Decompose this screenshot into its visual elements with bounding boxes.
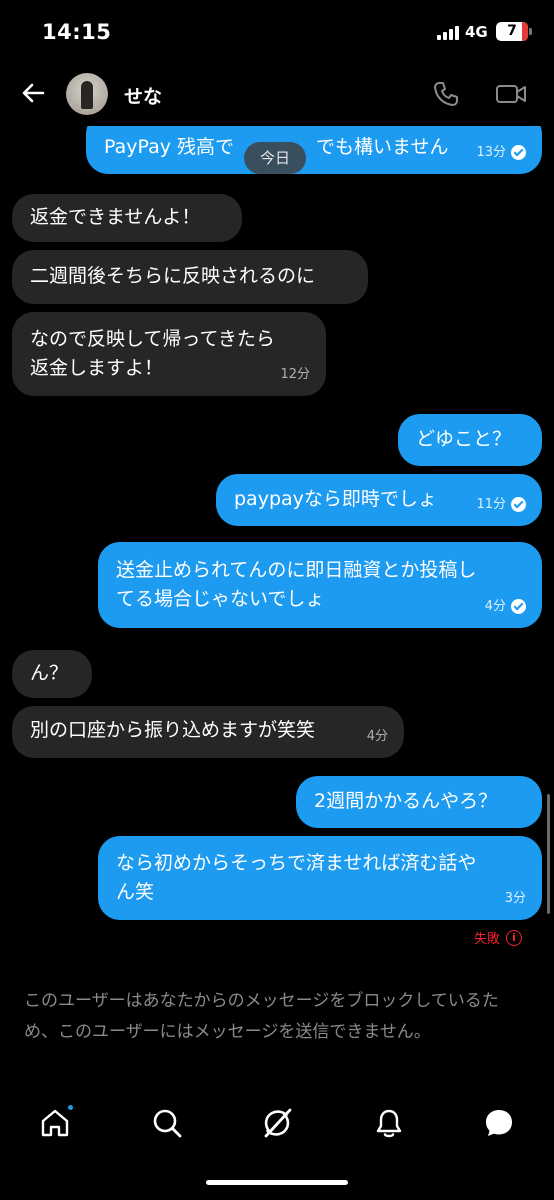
message-text: PayPay 残高で でも構いません (104, 136, 449, 158)
notifications-icon[interactable] (372, 1106, 406, 1140)
scrollbar[interactable] (547, 794, 550, 914)
conversation-header: せな (0, 64, 554, 126)
message-text: 返金しますよ！ (30, 357, 164, 379)
message-time: 4分 (484, 599, 506, 614)
message-bubble-outgoing[interactable]: 2週間かかるんやろ？ (296, 776, 542, 828)
notification-dot (66, 1103, 75, 1112)
message-bubble-outgoing[interactable]: 送金止められてんのに即日融資とか投稿し てる場合じゃないでしょ 4分 (98, 542, 542, 628)
message-time: 12分 (280, 367, 310, 382)
bottom-navigation (0, 1090, 554, 1160)
status-bar: 14:15 4G 7 (0, 0, 554, 64)
message-text: ん笑 (116, 881, 155, 903)
message-time: 11分 (476, 497, 506, 512)
message-bubble-incoming[interactable]: 二週間後そちらに反映されるのに (12, 250, 368, 304)
back-arrow-icon[interactable] (18, 78, 48, 108)
message-time: 4分 (366, 729, 388, 744)
date-separator: 今日 (244, 142, 307, 174)
message-text: てる場合じゃないでしょ (116, 588, 325, 610)
phone-icon[interactable] (432, 80, 460, 108)
message-bubble-incoming[interactable]: 返金できませんよ！ (12, 194, 242, 242)
sent-check-icon (511, 599, 526, 614)
message-bubble-outgoing[interactable]: PayPay 残高で でも構いません 13分 (86, 126, 542, 174)
message-bubble-outgoing[interactable]: なら初めからそっちで済ませれば済む話や ん笑 3分 (98, 836, 542, 920)
home-icon[interactable] (38, 1103, 75, 1140)
send-failed-status[interactable]: 失敗 i (474, 928, 523, 947)
message-text: 2週間かかるんやろ？ (314, 790, 498, 812)
message-bubble-incoming[interactable]: ん？ (12, 650, 92, 698)
failed-label: 失敗 (474, 932, 501, 947)
sent-check-icon (511, 497, 526, 512)
signal-icon (437, 26, 461, 40)
video-call-icon[interactable] (494, 80, 528, 108)
message-bubble-outgoing[interactable]: paypayなら即時でしょ 11分 (216, 474, 542, 526)
message-list[interactable]: PayPay 残高で でも構いません 13分 今日 返金できませんよ！ 二週間後… (0, 126, 554, 974)
status-time: 14:15 (42, 20, 112, 44)
message-text: 別の口座から振り込めますが笑笑 (30, 719, 316, 741)
avatar[interactable] (66, 73, 108, 115)
message-text: 送金止められてんのに即日融資とか投稿し (116, 559, 477, 581)
message-text: 二週間後そちらに反映されるのに (30, 265, 316, 287)
message-time: 13分 (476, 145, 506, 160)
network-type: 4G (465, 23, 488, 41)
battery-level: 7 (507, 23, 517, 39)
grok-icon[interactable] (260, 1106, 294, 1140)
battery-icon: 7 (496, 22, 528, 41)
messages-icon[interactable] (482, 1106, 516, 1140)
message-text: なので反映して帰ってきたら (30, 328, 275, 350)
message-time: 3分 (504, 891, 526, 906)
error-icon: i (506, 929, 523, 946)
home-indicator (206, 1180, 348, 1185)
sent-check-icon (511, 145, 526, 160)
message-text: なら初めからそっちで済ませれば済む話や (116, 852, 477, 874)
message-text: ん？ (30, 662, 69, 684)
contact-name[interactable]: せな (124, 82, 162, 109)
message-text: どゆこと？ (416, 428, 512, 450)
message-bubble-incoming[interactable]: 別の口座から振り込めますが笑笑 4分 (12, 706, 404, 758)
message-text: 返金できませんよ！ (30, 206, 201, 228)
search-icon[interactable] (150, 1106, 184, 1140)
message-bubble-outgoing[interactable]: どゆこと？ (398, 414, 542, 466)
blocked-notice: このユーザーはあなたからのメッセージをブロックしているため、このユーザーにはメッ… (24, 991, 499, 1042)
message-bubble-incoming[interactable]: なので反映して帰ってきたら 返金しますよ！ 12分 (12, 312, 326, 396)
